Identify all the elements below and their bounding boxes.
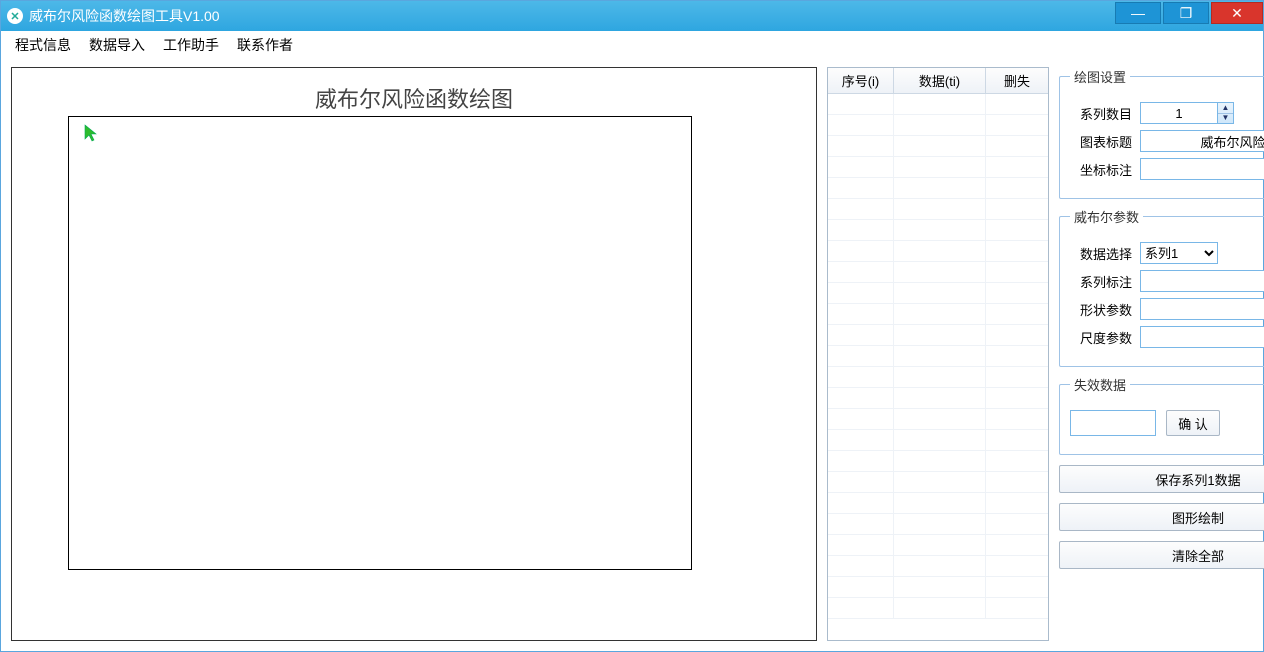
clear-all-button[interactable]: 清除全部 <box>1059 541 1264 569</box>
minimize-button[interactable]: — <box>1115 2 1161 24</box>
table-row[interactable] <box>828 157 1048 178</box>
series-label-input[interactable] <box>1140 270 1264 292</box>
table-row[interactable] <box>828 556 1048 577</box>
table-row[interactable] <box>828 220 1048 241</box>
failure-data-input[interactable] <box>1070 410 1156 436</box>
failure-data-legend: 失效数据 <box>1070 375 1130 394</box>
menubar: 程式信息 数据导入 工作助手 联系作者 <box>1 31 1263 59</box>
window-buttons: — ❐ ✕ <box>1115 1 1263 31</box>
table-row[interactable] <box>828 346 1048 367</box>
data-select-dropdown[interactable]: 系列1 <box>1140 242 1218 264</box>
table-row[interactable] <box>828 472 1048 493</box>
chart-plot-area <box>68 116 692 570</box>
table-row[interactable] <box>828 598 1048 619</box>
table-row[interactable] <box>828 430 1048 451</box>
table-row[interactable] <box>828 535 1048 556</box>
chart-title-input[interactable] <box>1140 130 1264 152</box>
table-row[interactable] <box>828 178 1048 199</box>
menu-contact-author[interactable]: 联系作者 <box>237 35 293 55</box>
series-count-label: 系列数目 <box>1070 104 1132 123</box>
spin-up-icon[interactable]: ▲ <box>1218 103 1233 114</box>
table-row[interactable] <box>828 577 1048 598</box>
side-panel: 绘图设置 系列数目 ▲ ▼ 图表标题 坐标标注 <box>1059 67 1264 641</box>
table-row[interactable] <box>828 94 1048 115</box>
confirm-button[interactable]: 确 认 <box>1166 410 1220 436</box>
axis-label-label: 坐标标注 <box>1070 160 1132 179</box>
data-select-label: 数据选择 <box>1070 244 1132 263</box>
col-header-index[interactable]: 序号(i) <box>828 68 894 93</box>
spin-down-icon[interactable]: ▼ <box>1218 114 1233 124</box>
menu-data-import[interactable]: 数据导入 <box>89 35 145 55</box>
series-count-input[interactable] <box>1140 102 1218 124</box>
weibull-params-group: 威布尔参数 数据选择 系列1 系列标注 形状参数 尺度参数 <box>1059 207 1264 367</box>
chart-title-label: 图表标题 <box>1070 132 1132 151</box>
chart-panel: 威布尔风险函数绘图 <box>11 67 817 641</box>
table-row[interactable] <box>828 388 1048 409</box>
titlebar: ✕ 威布尔风险函数绘图工具V1.00 — ❐ ✕ <box>1 1 1263 31</box>
chart-title: 威布尔风险函数绘图 <box>12 82 816 114</box>
table-row[interactable] <box>828 262 1048 283</box>
window-title: 威布尔风险函数绘图工具V1.00 <box>29 6 220 26</box>
table-row[interactable] <box>828 283 1048 304</box>
app-icon: ✕ <box>7 8 23 24</box>
table-row[interactable] <box>828 304 1048 325</box>
col-header-data[interactable]: 数据(ti) <box>894 68 986 93</box>
table-row[interactable] <box>828 199 1048 220</box>
weibull-params-legend: 威布尔参数 <box>1070 207 1143 226</box>
draw-button[interactable]: 图形绘制 <box>1059 503 1264 531</box>
shape-param-label: 形状参数 <box>1070 300 1132 319</box>
grid-header: 序号(i) 数据(ti) 删失 <box>828 68 1048 94</box>
plot-settings-legend: 绘图设置 <box>1070 67 1130 86</box>
plot-settings-group: 绘图设置 系列数目 ▲ ▼ 图表标题 坐标标注 <box>1059 67 1264 199</box>
scale-param-label: 尺度参数 <box>1070 328 1132 347</box>
failure-data-group: 失效数据 确 认 <box>1059 375 1264 455</box>
table-row[interactable] <box>828 514 1048 535</box>
scale-param-input[interactable] <box>1140 326 1264 348</box>
menu-work-assistant[interactable]: 工作助手 <box>163 35 219 55</box>
menu-program-info[interactable]: 程式信息 <box>15 35 71 55</box>
grid-body[interactable] <box>828 94 1048 640</box>
series-label-label: 系列标注 <box>1070 272 1132 291</box>
table-row[interactable] <box>828 325 1048 346</box>
close-button[interactable]: ✕ <box>1211 2 1263 24</box>
col-header-delete[interactable]: 删失 <box>986 68 1048 93</box>
table-row[interactable] <box>828 451 1048 472</box>
shape-param-input[interactable] <box>1140 298 1264 320</box>
data-grid: 序号(i) 数据(ti) 删失 <box>827 67 1049 641</box>
series-count-spinner[interactable]: ▲ ▼ <box>1140 102 1234 124</box>
save-series-button[interactable]: 保存系列1数据 <box>1059 465 1264 493</box>
table-row[interactable] <box>828 409 1048 430</box>
table-row[interactable] <box>828 115 1048 136</box>
table-row[interactable] <box>828 367 1048 388</box>
table-row[interactable] <box>828 136 1048 157</box>
maximize-button[interactable]: ❐ <box>1163 2 1209 24</box>
axis-label-input[interactable] <box>1140 158 1264 180</box>
table-row[interactable] <box>828 493 1048 514</box>
table-row[interactable] <box>828 241 1048 262</box>
